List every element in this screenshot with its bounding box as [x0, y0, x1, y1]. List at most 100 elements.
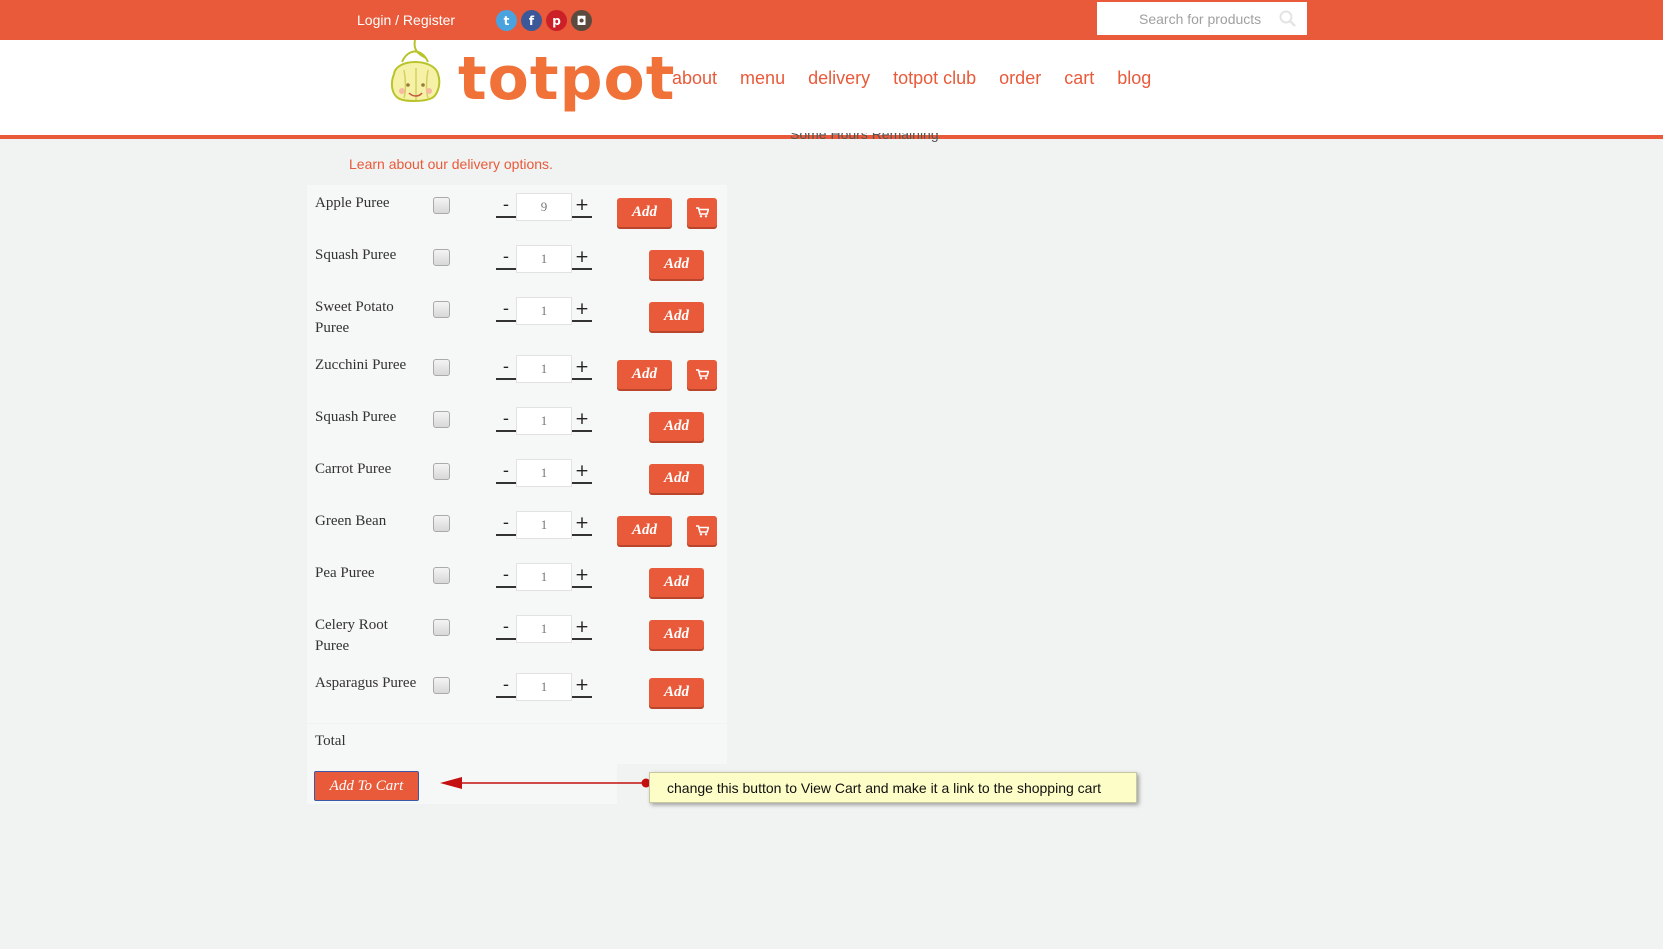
quantity-input[interactable] — [516, 355, 572, 383]
product-row: Squash Puree-+Add — [307, 237, 727, 289]
product-name: Carrot Puree — [315, 461, 392, 477]
quantity-input[interactable] — [516, 511, 572, 539]
nav-cart[interactable]: cart — [1064, 68, 1094, 89]
cart-icon — [695, 207, 709, 218]
product-checkbox[interactable] — [433, 301, 450, 318]
quantity-stepper: -+ — [496, 615, 592, 643]
product-row: Pea Puree-+Add — [307, 555, 727, 607]
decrement-button[interactable]: - — [496, 297, 516, 322]
add-button[interactable]: Add — [649, 620, 704, 649]
decrement-button[interactable]: - — [496, 563, 516, 588]
decrement-button[interactable]: - — [496, 407, 516, 432]
increment-button[interactable]: + — [572, 297, 592, 322]
add-button[interactable]: Add — [649, 678, 704, 707]
top-bar: Login / Register t f p ◘ — [0, 0, 1663, 40]
quantity-stepper: -+ — [496, 355, 592, 383]
add-button[interactable]: Add — [649, 302, 704, 331]
add-button[interactable]: Add — [649, 464, 704, 493]
social-links: t f p ◘ — [496, 10, 592, 31]
add-button[interactable]: Add — [617, 516, 672, 545]
product-name: Apple Puree — [315, 195, 390, 211]
add-button[interactable]: Add — [649, 412, 704, 441]
quantity-stepper: -+ — [496, 673, 592, 701]
search-input[interactable] — [1097, 2, 1307, 35]
delivery-options-link[interactable]: Learn about our delivery options. — [349, 156, 553, 172]
view-cart-button[interactable] — [687, 198, 717, 227]
search-box — [1097, 2, 1307, 35]
quantity-input[interactable] — [516, 459, 572, 487]
decrement-button[interactable]: - — [496, 193, 516, 218]
nav-order[interactable]: order — [999, 68, 1041, 89]
increment-button[interactable]: + — [572, 511, 592, 536]
product-name: Sweet Potato Puree — [315, 299, 394, 336]
increment-button[interactable]: + — [572, 615, 592, 640]
quantity-stepper: -+ — [496, 245, 592, 273]
product-name: Squash Puree — [315, 247, 397, 263]
decrement-button[interactable]: - — [496, 459, 516, 484]
product-checkbox[interactable] — [433, 515, 450, 532]
view-cart-button[interactable] — [687, 360, 717, 389]
product-checkbox[interactable] — [433, 197, 450, 214]
product-checkbox[interactable] — [433, 359, 450, 376]
quantity-input[interactable] — [516, 563, 572, 591]
product-checkbox[interactable] — [433, 463, 450, 480]
product-name: Squash Puree — [315, 409, 397, 425]
product-checkbox[interactable] — [433, 567, 450, 584]
product-checkbox[interactable] — [433, 249, 450, 266]
decrement-button[interactable]: - — [496, 615, 516, 640]
decrement-button[interactable]: - — [496, 673, 516, 698]
quantity-input[interactable] — [516, 615, 572, 643]
quantity-input[interactable] — [516, 245, 572, 273]
quantity-stepper: -+ — [496, 511, 592, 539]
increment-button[interactable]: + — [572, 193, 592, 218]
decrement-button[interactable]: - — [496, 511, 516, 536]
increment-button[interactable]: + — [572, 407, 592, 432]
add-button[interactable]: Add — [617, 360, 672, 389]
nav-blog[interactable]: blog — [1117, 68, 1151, 89]
nav-about[interactable]: about — [672, 68, 717, 89]
site-header: totpot about menu delivery totpot club order… — [0, 40, 1663, 139]
product-checkbox[interactable] — [433, 677, 450, 694]
facebook-icon[interactable]: f — [521, 10, 542, 31]
cart-icon — [695, 525, 709, 536]
product-name: Asparagus Puree — [315, 675, 417, 691]
quantity-stepper: -+ — [496, 407, 592, 435]
search-icon[interactable] — [1279, 10, 1297, 28]
add-button[interactable]: Add — [649, 568, 704, 597]
increment-button[interactable]: + — [572, 673, 592, 698]
add-button[interactable]: Add — [649, 250, 704, 279]
add-button[interactable]: Add — [617, 198, 672, 227]
increment-button[interactable]: + — [572, 459, 592, 484]
product-row: Celery Root Puree-+Add — [307, 607, 727, 665]
product-name: Zucchini Puree — [315, 357, 407, 373]
increment-button[interactable]: + — [572, 355, 592, 380]
increment-button[interactable]: + — [572, 245, 592, 270]
view-cart-button[interactable] — [687, 516, 717, 545]
pinterest-icon[interactable]: p — [546, 10, 567, 31]
login-register-link[interactable]: Login / Register — [357, 12, 455, 28]
twitter-icon[interactable]: t — [496, 10, 517, 31]
add-to-cart-button[interactable]: Add To Cart — [314, 771, 419, 801]
quantity-input[interactable] — [516, 297, 572, 325]
total-row: Total — [307, 724, 727, 764]
product-row: Zucchini Puree-+Add — [307, 347, 727, 399]
quantity-stepper: -+ — [496, 459, 592, 487]
annotation-arrow — [440, 777, 651, 789]
quantity-input[interactable] — [516, 193, 572, 221]
nav-delivery[interactable]: delivery — [808, 68, 870, 89]
logo-text[interactable]: totpot — [458, 49, 675, 109]
nav-menu[interactable]: menu — [740, 68, 785, 89]
quantity-input[interactable] — [516, 673, 572, 701]
product-name: Green Bean — [315, 513, 387, 529]
product-checkbox[interactable] — [433, 619, 450, 636]
decrement-button[interactable]: - — [496, 355, 516, 380]
product-row: Carrot Puree-+Add — [307, 451, 727, 503]
total-label: Total — [315, 733, 346, 749]
product-checkbox[interactable] — [433, 411, 450, 428]
instagram-icon[interactable]: ◘ — [571, 10, 592, 31]
increment-button[interactable]: + — [572, 563, 592, 588]
quantity-input[interactable] — [516, 407, 572, 435]
logo-onion-icon[interactable] — [382, 40, 448, 120]
nav-totpot-club[interactable]: totpot club — [893, 68, 976, 89]
decrement-button[interactable]: - — [496, 245, 516, 270]
